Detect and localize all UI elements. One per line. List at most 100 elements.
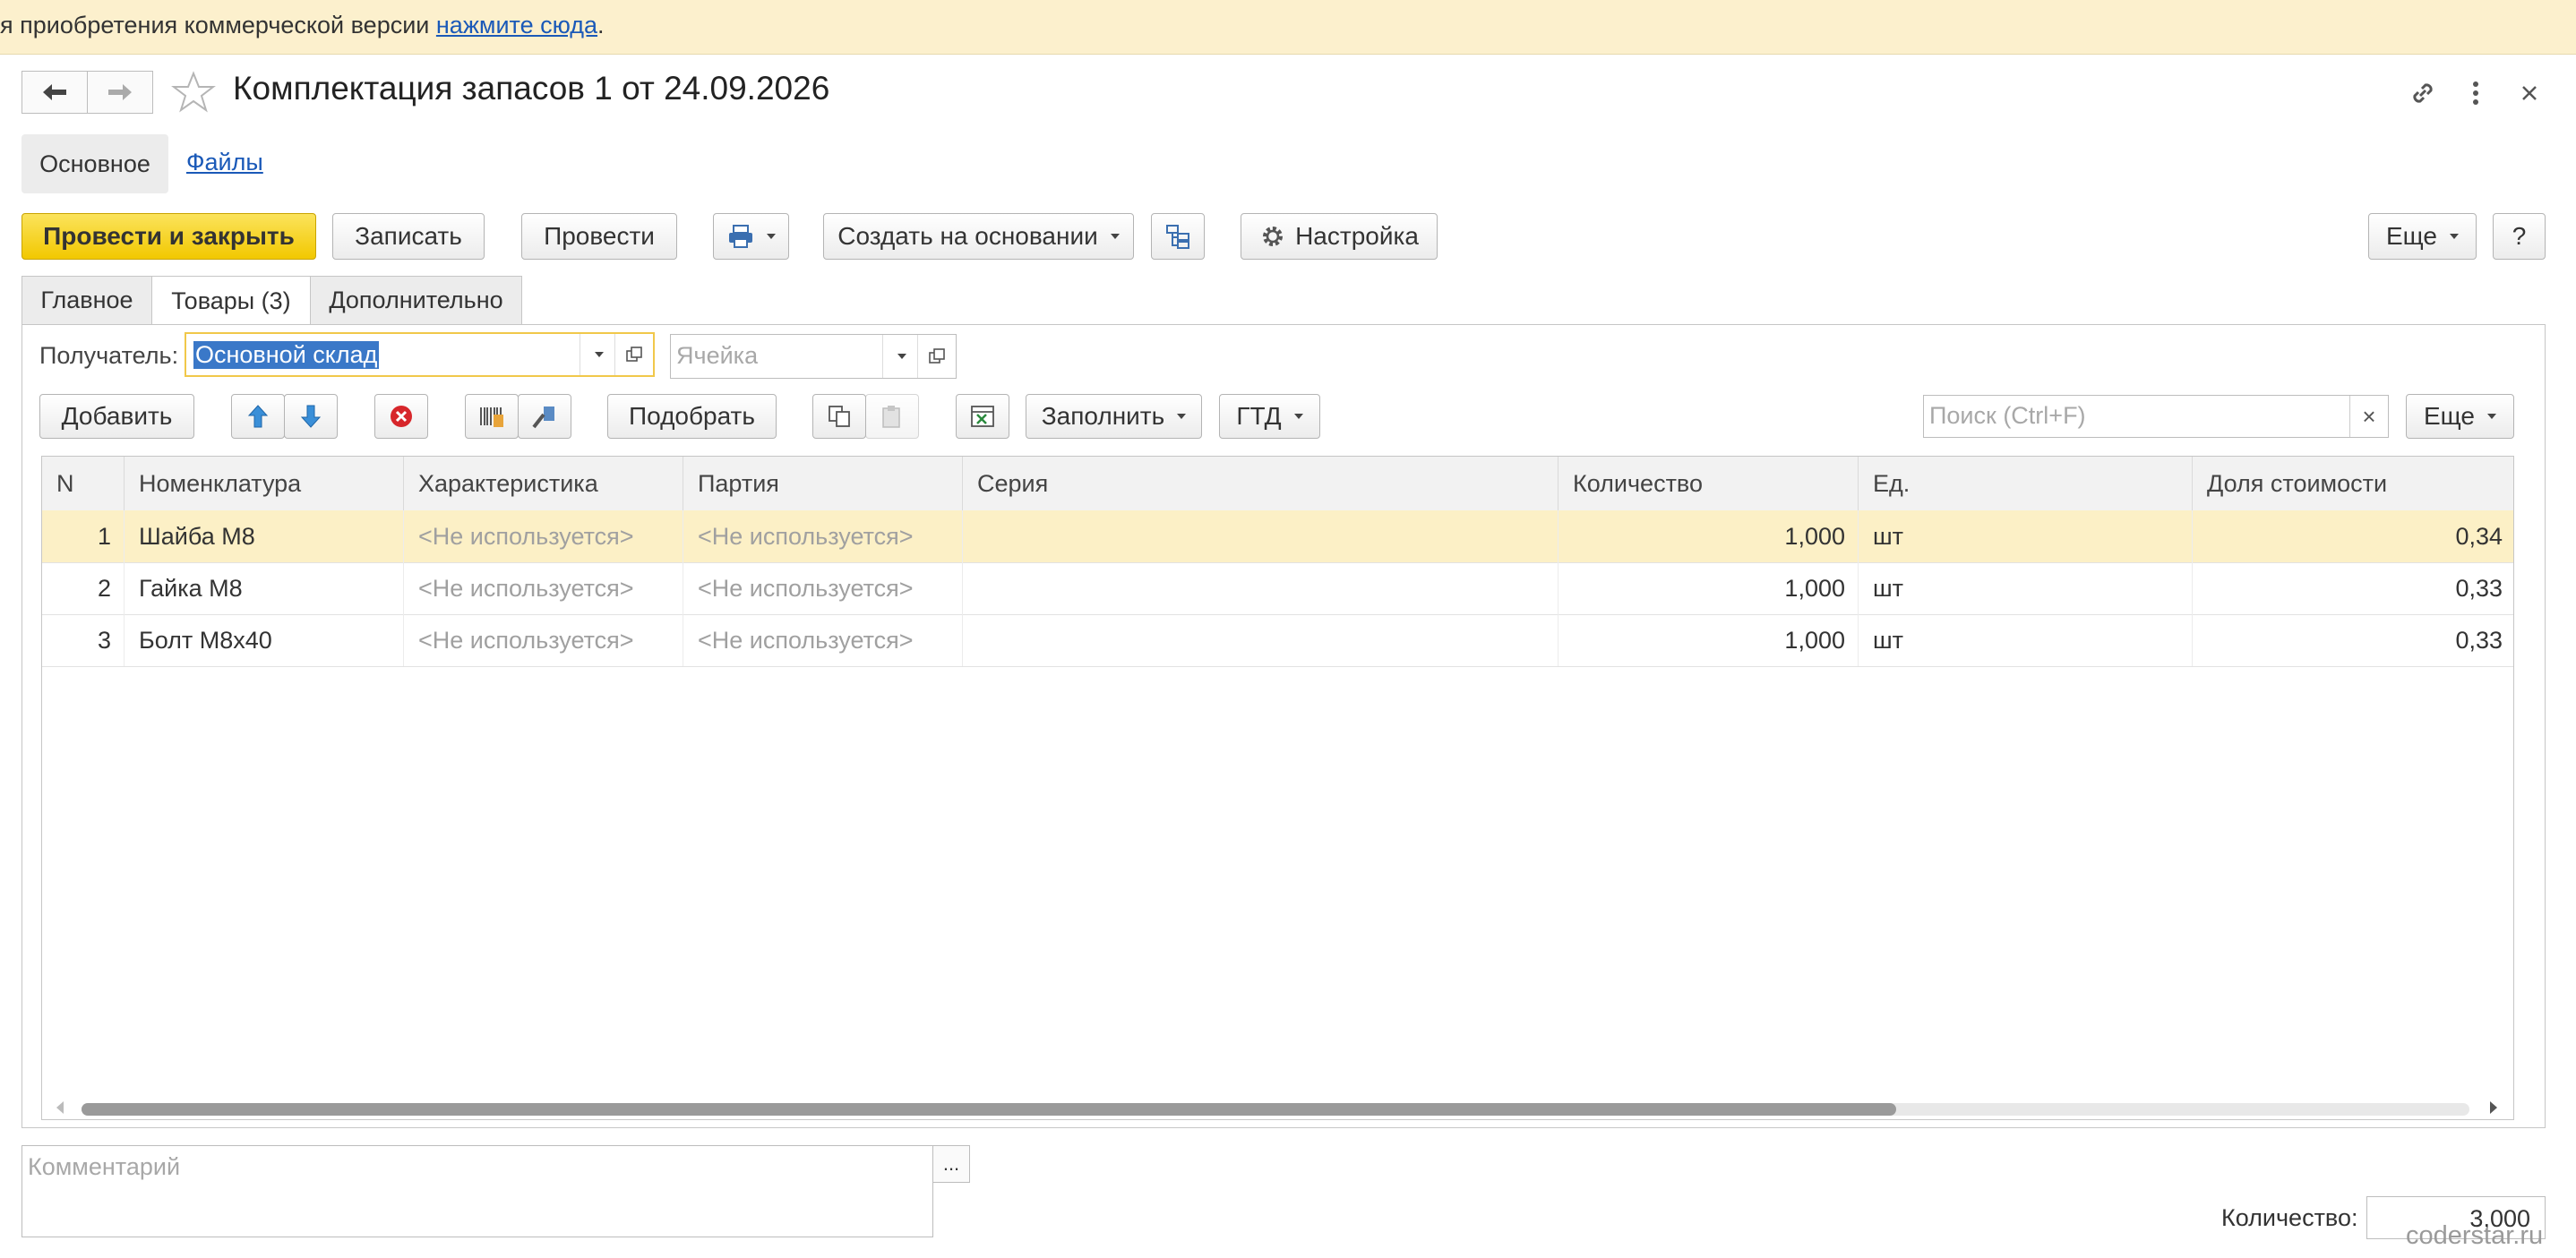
arrow-down-icon [300, 405, 322, 428]
recipient-value: Основной склад [193, 341, 380, 369]
search-clear-icon[interactable]: × [2349, 396, 2388, 437]
search-field[interactable]: Поиск (Ctrl+F) × [1923, 395, 2389, 438]
print-button[interactable] [713, 213, 789, 260]
move-down-button[interactable] [284, 394, 338, 439]
pick-button[interactable]: Подобрать [607, 394, 777, 439]
watermark: coderstar.ru [2406, 1221, 2544, 1250]
row-characteristic[interactable]: <Не используется> [404, 510, 683, 562]
row-nomenclature[interactable]: Шайба М8 [125, 510, 404, 562]
row-number: 3 [42, 614, 125, 666]
row-unit[interactable]: шт [1859, 562, 2193, 614]
recipient-label: Получатель: [39, 342, 179, 369]
row-nomenclature[interactable]: Гайка М8 [125, 562, 404, 614]
table-row[interactable]: 1 Шайба М8 <Не используется> <Не использ… [42, 510, 2513, 563]
row-cost-share[interactable]: 0,33 [2193, 562, 2513, 614]
tab-goods[interactable]: Товары (3) [151, 276, 311, 326]
row-quantity[interactable]: 1,000 [1558, 614, 1859, 666]
help-button[interactable]: ? [2493, 213, 2546, 260]
row-characteristic[interactable]: <Не используется> [404, 562, 683, 614]
column-characteristic[interactable]: Характеристика [404, 457, 683, 510]
create-based-on-button[interactable]: Создать на основании [823, 213, 1134, 260]
table-row[interactable]: 3 Болт М8х40 <Не используется> <Не испол… [42, 614, 2513, 667]
row-nomenclature[interactable]: Болт М8х40 [125, 614, 404, 666]
column-nomenclature[interactable]: Номенклатура [125, 457, 404, 510]
tab-main[interactable]: Главное [21, 276, 152, 324]
paste-icon [882, 406, 900, 428]
fill-label: Заполнить [1041, 402, 1165, 430]
post-and-close-button[interactable]: Провести и закрыть [21, 213, 316, 260]
row-number: 2 [42, 562, 125, 614]
barcode-button[interactable] [465, 394, 519, 439]
delete-row-button[interactable] [374, 394, 428, 439]
gtd-button[interactable]: ГТД [1219, 394, 1320, 439]
section-tab-files[interactable]: Файлы [186, 149, 263, 176]
column-quantity[interactable]: Количество [1558, 457, 1859, 510]
hierarchy-icon [1166, 225, 1189, 249]
chevron-down-icon [766, 234, 776, 239]
arrow-left-icon [43, 84, 66, 100]
column-n[interactable]: N [42, 457, 125, 510]
close-icon[interactable] [2510, 75, 2549, 111]
fill-button[interactable]: Заполнить [1026, 394, 1202, 439]
spreadsheet-icon [971, 406, 994, 427]
excel-load-button[interactable] [956, 394, 1009, 439]
row-series[interactable] [963, 562, 1558, 614]
favorite-star-icon[interactable] [170, 70, 217, 115]
row-characteristic[interactable]: <Не используется> [404, 614, 683, 666]
horizontal-scrollbar[interactable] [42, 1094, 2513, 1119]
row-series[interactable] [963, 614, 1558, 666]
cell-dropdown[interactable] [882, 335, 917, 378]
row-quantity[interactable]: 1,000 [1558, 510, 1859, 562]
chevron-down-icon [1110, 234, 1120, 239]
cell-field[interactable]: Ячейка [670, 334, 957, 379]
table-more-button[interactable]: Еще [2406, 394, 2514, 439]
row-batch[interactable]: <Не используется> [683, 614, 963, 666]
move-up-button[interactable] [231, 394, 285, 439]
section-tab-main[interactable]: Основное [21, 134, 168, 193]
row-cost-share[interactable]: 0,34 [2193, 510, 2513, 562]
back-button[interactable] [21, 71, 88, 114]
save-button[interactable]: Записать [332, 213, 485, 260]
paste-button[interactable] [865, 394, 919, 439]
row-batch[interactable]: <Не используется> [683, 510, 963, 562]
copy-icon [829, 406, 850, 427]
arrow-up-icon [247, 405, 269, 428]
scroll-left-icon[interactable] [56, 1101, 64, 1114]
more-button[interactable]: Еще [2368, 213, 2477, 260]
tab-additional[interactable]: Дополнительно [310, 276, 522, 324]
row-cost-share[interactable]: 0,33 [2193, 614, 2513, 666]
column-unit[interactable]: Ед. [1859, 457, 2193, 510]
cell-open[interactable] [917, 335, 956, 378]
link-icon[interactable] [2403, 75, 2443, 111]
table-row[interactable]: 2 Гайка М8 <Не используется> <Не использ… [42, 562, 2513, 615]
scroll-thumb[interactable] [82, 1103, 1897, 1116]
row-quantity[interactable]: 1,000 [1558, 562, 1859, 614]
row-batch[interactable]: <Не используется> [683, 562, 963, 614]
more-vertical-icon[interactable] [2456, 75, 2495, 111]
recipient-field[interactable]: Основной склад [185, 332, 655, 377]
chevron-down-icon [595, 352, 604, 357]
column-cost-share[interactable]: Доля стоимости [2193, 457, 2513, 510]
scroll-right-icon[interactable] [2490, 1101, 2497, 1114]
recipient-dropdown[interactable] [580, 334, 614, 375]
open-window-icon [929, 348, 945, 364]
banner-link[interactable]: нажмите сюда [436, 12, 597, 39]
row-series[interactable] [963, 510, 1558, 562]
open-window-icon [626, 347, 642, 362]
forward-button[interactable] [87, 71, 153, 114]
post-button[interactable]: Провести [521, 213, 677, 260]
structure-button[interactable] [1151, 213, 1205, 260]
row-unit[interactable]: шт [1859, 510, 2193, 562]
settings-button[interactable]: Настройка [1241, 213, 1438, 260]
add-button[interactable]: Добавить [39, 394, 194, 439]
scanner-button[interactable] [518, 394, 571, 439]
comment-field[interactable]: Комментарий [21, 1145, 933, 1237]
column-batch[interactable]: Партия [683, 457, 963, 510]
row-unit[interactable]: шт [1859, 614, 2193, 666]
table-header: N Номенклатура Характеристика Партия Сер… [42, 457, 2513, 511]
column-series[interactable]: Серия [963, 457, 1558, 510]
copy-button[interactable] [812, 394, 866, 439]
comment-expand-button[interactable]: ... [932, 1145, 970, 1183]
row-number: 1 [42, 510, 125, 562]
recipient-open[interactable] [614, 334, 653, 375]
